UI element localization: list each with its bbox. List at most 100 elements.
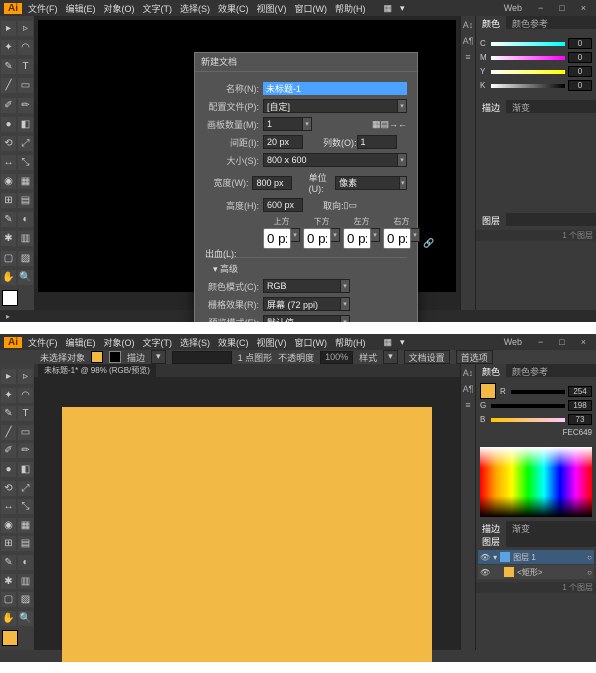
stroke-width[interactable] xyxy=(172,351,232,364)
eraser-tool[interactable]: ◧ xyxy=(18,117,33,132)
menu-dropdown-icon[interactable]: ▾ xyxy=(396,3,409,14)
free-tool[interactable]: ⤡ xyxy=(18,155,33,170)
raster-select[interactable]: 屏幕 (72 ppi) xyxy=(263,297,341,311)
blob-tool[interactable]: ● xyxy=(1,462,16,477)
gradient-tool[interactable]: ▤ xyxy=(18,536,33,551)
rotate-tool[interactable]: ⟲ xyxy=(1,136,16,151)
brush-tool[interactable]: ✐ xyxy=(1,98,16,113)
artboard-tool[interactable]: ▢ xyxy=(1,592,16,607)
eraser-tool[interactable]: ◧ xyxy=(18,462,33,477)
prefs-button[interactable]: 首选项 xyxy=(456,350,493,364)
stepper-icon[interactable]: ▾ xyxy=(331,228,340,242)
selection-tool[interactable]: ▸ xyxy=(1,369,16,384)
close-icon[interactable]: × xyxy=(577,3,590,13)
rect-tool[interactable]: ▭ xyxy=(18,78,33,93)
slider-y[interactable] xyxy=(491,70,565,74)
slider-r[interactable] xyxy=(511,390,565,394)
chevron-down-icon[interactable]: ▾ xyxy=(400,176,407,190)
bleed-right[interactable] xyxy=(383,228,411,249)
color-spectrum[interactable] xyxy=(480,447,592,517)
tab-layers[interactable]: 图层 xyxy=(476,534,506,547)
pencil-tool[interactable]: ✏ xyxy=(18,443,33,458)
layer-row[interactable]: 👁▾图层 1○ xyxy=(478,550,594,564)
slider-k[interactable] xyxy=(491,84,565,88)
shape-tool[interactable]: ◉ xyxy=(1,174,16,189)
menu-view[interactable]: 视图(V) xyxy=(253,2,291,15)
bleed-top[interactable] xyxy=(263,228,291,249)
minimize-icon[interactable]: − xyxy=(534,3,547,13)
stroke-select[interactable]: ▾ xyxy=(151,350,166,364)
name-input[interactable]: 未标题-1 xyxy=(263,82,407,95)
layer-row[interactable]: 👁<矩形>○ xyxy=(478,565,594,579)
menu-edit[interactable]: 编辑(E) xyxy=(62,336,100,349)
slider-c[interactable] xyxy=(491,42,565,46)
free-tool[interactable]: ⤡ xyxy=(18,499,33,514)
chevron-down-icon[interactable]: ▾ xyxy=(341,297,350,311)
fill-swatch[interactable] xyxy=(91,351,103,363)
eye-icon[interactable]: 👁 xyxy=(480,568,490,577)
lasso-tool[interactable]: ◠ xyxy=(18,388,33,403)
mesh-tool[interactable]: ⊞ xyxy=(1,536,16,551)
pen-tool[interactable]: ✎ xyxy=(1,406,16,421)
rotate-tool[interactable]: ⟲ xyxy=(1,481,16,496)
menu-dropdown-icon[interactable]: ▾ xyxy=(396,337,409,348)
pen-tool[interactable]: ✎ xyxy=(1,59,16,74)
menu-select[interactable]: 选择(S) xyxy=(176,2,214,15)
direct-select-tool[interactable]: ▹ xyxy=(18,21,33,36)
actions-icon[interactable]: ≡ xyxy=(465,52,470,62)
stepper-icon[interactable]: ▾ xyxy=(411,228,420,242)
type-tool[interactable]: T xyxy=(18,59,33,74)
eyedropper-tool[interactable]: ✎ xyxy=(1,212,16,227)
wand-tool[interactable]: ✦ xyxy=(1,388,16,403)
menu-type[interactable]: 文字(T) xyxy=(139,2,177,15)
height-input[interactable] xyxy=(263,198,303,212)
align-icon[interactable]: A¶ xyxy=(463,384,474,394)
lasso-tool[interactable]: ◠ xyxy=(18,40,33,55)
mesh-tool[interactable]: ⊞ xyxy=(1,193,16,208)
graph-tool[interactable]: ▥ xyxy=(18,231,33,246)
chevron-down-icon[interactable]: ▾ xyxy=(398,99,407,113)
menu-view[interactable]: 视图(V) xyxy=(253,336,291,349)
artboard-tool[interactable]: ▢ xyxy=(1,251,16,266)
units-select[interactable]: 像素 xyxy=(335,176,399,190)
width-tool[interactable]: ↔ xyxy=(1,499,16,514)
eye-icon[interactable]: 👁 xyxy=(480,553,490,562)
profile-select[interactable]: [自定] xyxy=(263,99,398,113)
workspace-switcher[interactable]: Web xyxy=(500,3,526,13)
menu-window[interactable]: 窗口(W) xyxy=(291,336,332,349)
width-input[interactable] xyxy=(252,176,292,190)
slider-m[interactable] xyxy=(491,56,565,60)
tab-guide[interactable]: 颜色参考 xyxy=(506,364,554,377)
size-select[interactable]: 800 x 600 xyxy=(263,153,398,167)
menu-window[interactable]: 窗口(W) xyxy=(291,2,332,15)
tab-stroke[interactable]: 描边 xyxy=(476,100,506,113)
selection-tool[interactable]: ▸ xyxy=(1,21,16,36)
wand-tool[interactable]: ✦ xyxy=(1,40,16,55)
menu-effect[interactable]: 效果(C) xyxy=(214,2,253,15)
bleed-bottom[interactable] xyxy=(303,228,331,249)
grid-icon-3[interactable]: → xyxy=(389,119,398,129)
menu-object[interactable]: 对象(O) xyxy=(100,2,139,15)
landscape-icon[interactable]: ▭ xyxy=(348,200,357,211)
zoom-tool[interactable]: 🔍 xyxy=(18,270,33,285)
chevron-down-icon[interactable]: ▾ xyxy=(398,153,407,167)
slider-b[interactable] xyxy=(491,418,565,422)
minimize-icon[interactable]: − xyxy=(534,337,547,347)
fill-stroke-swatch[interactable] xyxy=(2,290,18,306)
menu-effect[interactable]: 效果(C) xyxy=(214,336,253,349)
menu-object[interactable]: 对象(O) xyxy=(100,336,139,349)
tab-guide[interactable]: 颜色参考 xyxy=(506,16,554,29)
menu-layout-icon[interactable]: ▦ xyxy=(380,3,397,14)
tab-color[interactable]: 颜色 xyxy=(476,364,506,377)
menu-layout-icon[interactable]: ▦ xyxy=(380,337,397,348)
symbol-tool[interactable]: ✱ xyxy=(1,574,16,589)
scale-tool[interactable]: ⤢ xyxy=(18,481,33,496)
maximize-icon[interactable]: □ xyxy=(555,3,568,13)
blend-tool[interactable]: ◐ xyxy=(18,212,33,227)
perspective-tool[interactable]: ▦ xyxy=(18,174,33,189)
opacity-input[interactable]: 100% xyxy=(320,351,353,364)
type-tool[interactable]: T xyxy=(18,406,33,421)
slice-tool[interactable]: ▨ xyxy=(18,251,33,266)
grid-icon-4[interactable]: ← xyxy=(398,119,407,129)
rect-tool[interactable]: ▭ xyxy=(18,425,33,440)
